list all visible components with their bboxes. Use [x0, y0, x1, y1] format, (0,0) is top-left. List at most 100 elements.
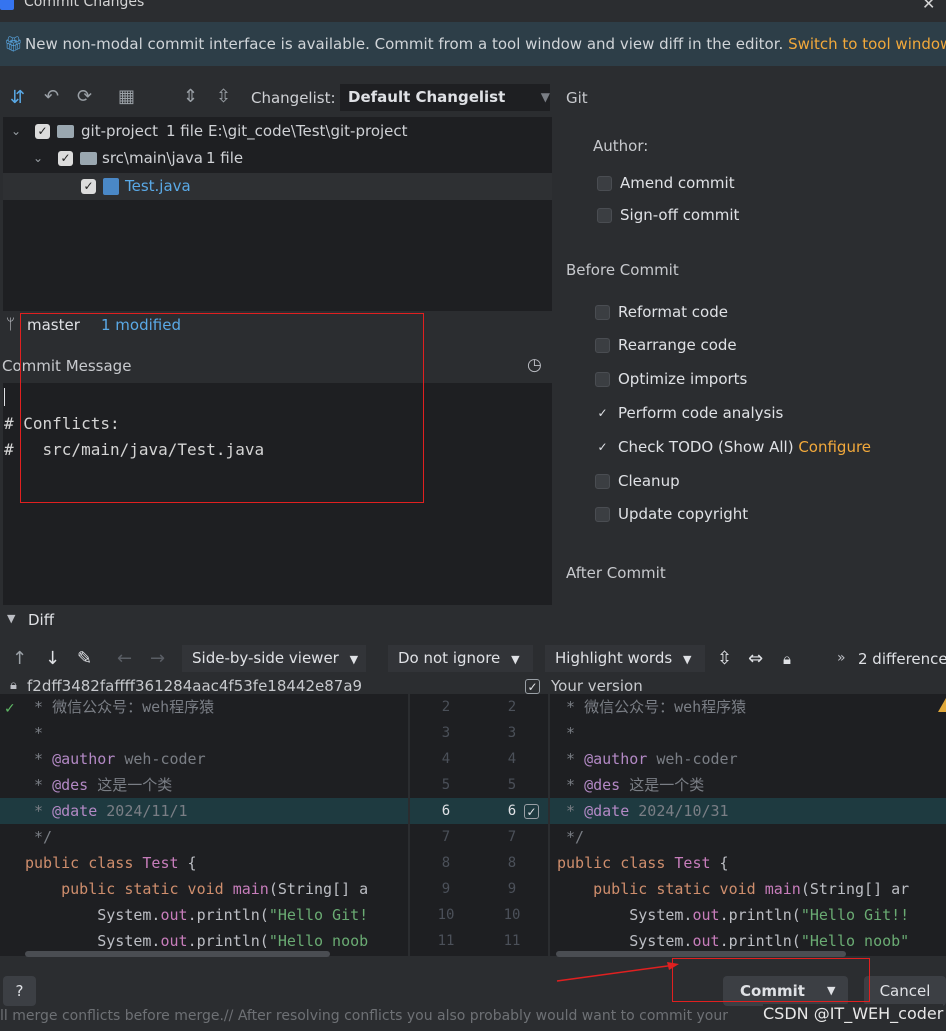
code-line: */ [557, 824, 584, 850]
code-token: weh-coder [647, 750, 738, 768]
code-token: * 微信公众号：weh程序猿 [25, 698, 215, 716]
code-token: System. [557, 932, 693, 950]
before-commit-option[interactable]: ✓ Check TODO (Show All) Configure [595, 438, 871, 456]
chevron-down-icon[interactable]: ▼ [7, 612, 15, 625]
close-icon[interactable]: ✕ [922, 0, 935, 13]
highlight-select[interactable]: Highlight words ▼ [545, 645, 705, 672]
diff-section-header[interactable]: ▼ Diff [0, 608, 946, 632]
option-checkbox[interactable] [595, 372, 610, 387]
amend-commit-option[interactable]: Amend commit [597, 174, 735, 192]
code-token: (String[] ar [800, 880, 910, 898]
option-checkbox[interactable] [595, 507, 610, 522]
diff-right-pane[interactable]: * 微信公众号：weh程序猿 * * @author weh-coder * @… [550, 694, 946, 956]
file-name: Test.java [125, 177, 191, 195]
more-icon[interactable]: » [837, 650, 846, 666]
folder-name: src\main\java [102, 149, 203, 167]
code-token: out [692, 906, 720, 924]
java-file-icon [103, 178, 119, 195]
option-label: Rearrange code [618, 336, 737, 354]
previous-difference-icon[interactable]: ↑ [12, 650, 27, 668]
code-line: * 微信公众号：weh程序猿 [25, 694, 214, 720]
before-commit-option[interactable]: Update copyright [595, 505, 748, 523]
edit-source-icon[interactable]: ✎ [77, 650, 92, 668]
code-token: (String[] a [268, 880, 369, 898]
root-checkbox[interactable]: ✓ [35, 124, 50, 139]
code-token: * [25, 776, 53, 794]
diff-toolbar: ↑ ↓ ✎ ← → Side-by-side viewer ▼ Do not i… [0, 640, 946, 678]
horizontal-scrollbar[interactable] [25, 951, 330, 957]
cancel-button[interactable]: Cancel [864, 976, 946, 1006]
code-line: * [557, 720, 575, 746]
signoff-checkbox[interactable] [597, 208, 612, 223]
before-commit-option[interactable]: Cleanup [595, 472, 680, 490]
code-line: public static void main(String[] ar [557, 876, 909, 902]
expand-all-icon[interactable]: ⇕ [183, 88, 198, 106]
code-token: 这是一个类 [620, 776, 705, 794]
tree-row-root[interactable]: ⌄ ✓ git-project 1 file E:\git_code\Test\… [3, 118, 552, 145]
help-button[interactable]: ? [3, 976, 36, 1006]
changelist-label: Changelist: [251, 89, 336, 107]
chevron-down-icon: ▼ [349, 653, 359, 666]
differences-count: 2 difference [858, 650, 946, 668]
before-commit-option[interactable]: Reformat code [595, 303, 728, 321]
option-checkbox[interactable] [595, 474, 610, 489]
code-token: weh-coder [115, 750, 206, 768]
option-checkbox[interactable]: ✓ [595, 406, 610, 421]
root-count: 1 file [166, 122, 204, 140]
code-line: * @des 这是一个类 [25, 772, 172, 798]
folder-icon [80, 152, 97, 165]
line-number: 9 [507, 881, 517, 897]
diff-left-pane[interactable]: * 微信公众号：weh程序猿 * * @author weh-coder * @… [0, 694, 408, 956]
diff-title: Diff [28, 611, 55, 629]
code-line: System.out.println("Hello Git!! [557, 902, 909, 928]
code-line: * @des 这是一个类 [557, 772, 704, 798]
changelist-select[interactable]: Default Changelist ▼ [340, 84, 550, 111]
back-arrow-icon[interactable]: ← [117, 650, 132, 668]
code-line: * @author weh-coder [25, 746, 206, 772]
sync-scroll-icon[interactable]: ⇔ [748, 650, 763, 668]
code-token: public class [25, 854, 143, 872]
switch-to-tool-window-link[interactable]: Switch to tool window [788, 35, 946, 53]
configure-link[interactable]: Configure [794, 438, 871, 456]
ignore-value: Do not ignore [398, 649, 501, 667]
code-token: { [710, 854, 729, 872]
forward-arrow-icon[interactable]: → [150, 650, 165, 668]
option-checkbox[interactable] [595, 305, 610, 320]
option-checkbox[interactable] [595, 338, 610, 353]
refresh-icon[interactable]: ⟳ [77, 88, 92, 106]
annotation-box-commit [672, 958, 870, 1002]
signoff-label: Sign-off commit [620, 206, 740, 224]
amend-checkbox[interactable] [597, 176, 612, 191]
signoff-commit-option[interactable]: Sign-off commit [597, 206, 739, 224]
before-commit-option[interactable]: Rearrange code [595, 336, 737, 354]
file-checkbox[interactable]: ✓ [81, 179, 96, 194]
before-commit-option[interactable]: Optimize imports [595, 370, 747, 388]
option-checkbox[interactable]: ✓ [595, 440, 610, 455]
tree-row-folder[interactable]: ⌄ ✓ src\main\java 1 file [3, 145, 552, 172]
code-line: System.out.println("Hello Git! [25, 902, 368, 928]
group-by-icon[interactable]: ▦ [118, 88, 135, 106]
rollback-icon[interactable]: ↶ [44, 88, 59, 106]
highlight-value: Highlight words [555, 649, 673, 667]
collapse-unchanged-icon[interactable]: ⇳ [717, 650, 732, 668]
author-label: Author: [593, 137, 649, 155]
before-commit-option[interactable]: ✓ Perform code analysis [595, 404, 783, 422]
folder-checkbox[interactable]: ✓ [58, 151, 73, 166]
tree-row-file[interactable]: ✓ Test.java [3, 173, 552, 200]
lock-icon[interactable]: 🔒︎ [783, 650, 791, 668]
code-token: out [692, 932, 720, 950]
show-diff-icon[interactable]: ⇵ [10, 89, 25, 107]
code-line: public class Test { [25, 850, 197, 876]
next-difference-icon[interactable]: ↓ [45, 650, 60, 668]
ignore-select[interactable]: Do not ignore ▼ [388, 645, 533, 672]
chevron-down-icon[interactable]: ⌄ [11, 118, 21, 145]
chevron-down-icon[interactable]: ⌄ [33, 145, 43, 172]
viewer-select[interactable]: Side-by-side viewer ▼ [182, 645, 366, 672]
line-number: 3 [441, 725, 451, 741]
code-token: @author [52, 750, 116, 768]
collapse-all-icon[interactable]: ⇳ [216, 88, 231, 106]
your-version-checkbox[interactable]: ✓ [525, 679, 540, 694]
option-label: Update copyright [618, 505, 749, 523]
history-icon[interactable]: ◷ [527, 355, 542, 375]
code-token: */ [557, 828, 585, 846]
